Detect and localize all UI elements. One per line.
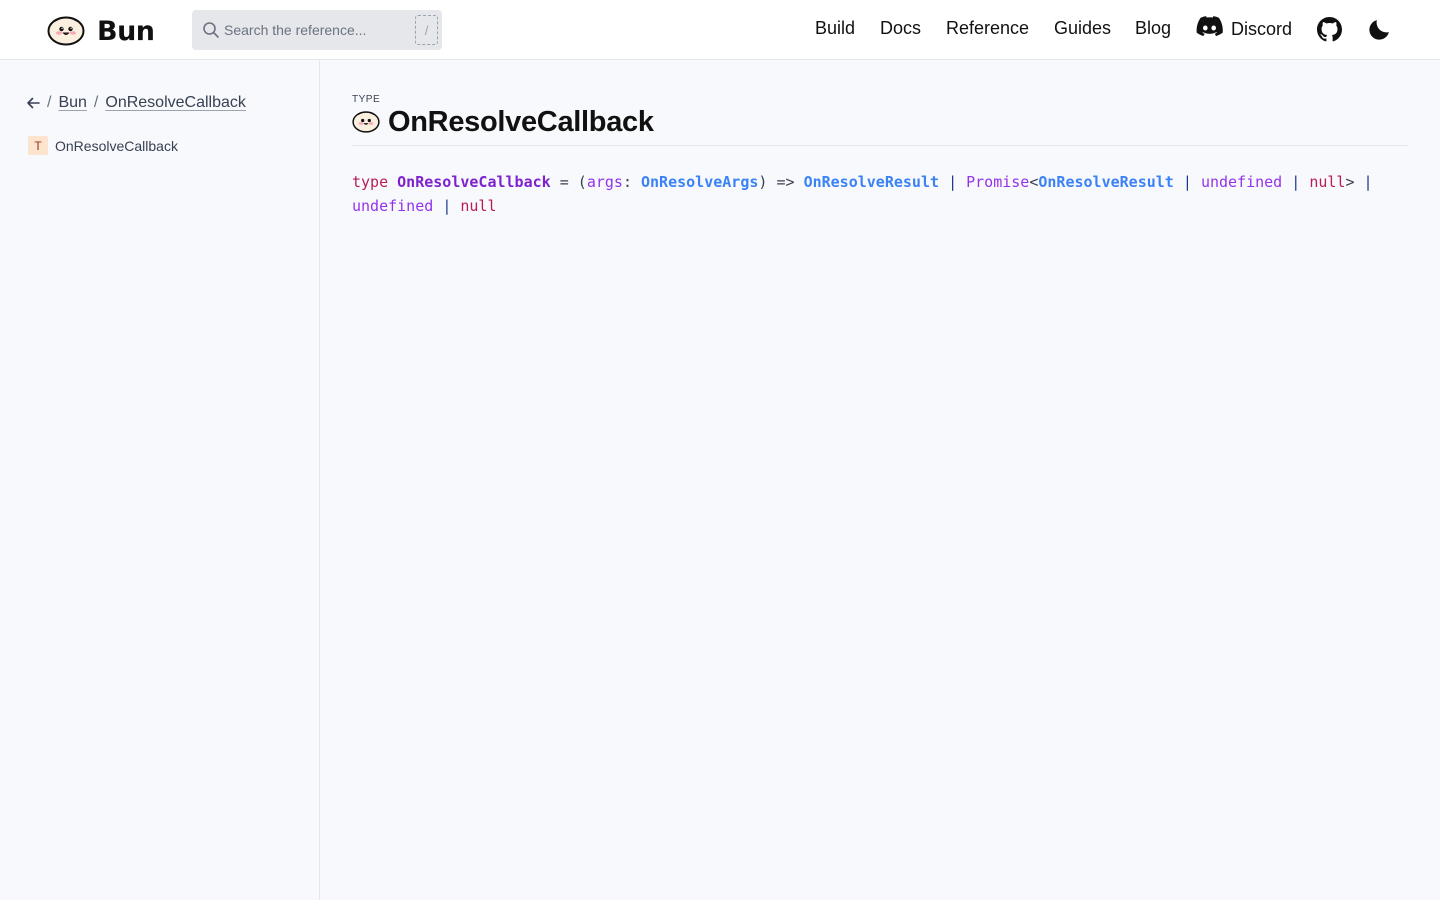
moon-icon[interactable] — [1367, 17, 1392, 47]
code-link-onresolveresult[interactable]: OnResolveResult — [804, 173, 939, 191]
back-arrow-icon[interactable] — [26, 96, 40, 110]
nav-reference[interactable]: Reference — [946, 18, 1029, 39]
breadcrumb-current[interactable]: OnResolveCallback — [105, 94, 246, 112]
nav-docs[interactable]: Docs — [880, 18, 921, 39]
discord-icon — [1196, 16, 1223, 42]
code-param-args: args — [586, 173, 623, 191]
code-null: null — [1309, 173, 1346, 191]
search-icon — [202, 21, 220, 39]
breadcrumb: / Bun / OnResolveCallback — [26, 94, 246, 112]
logo-text: Bun — [97, 16, 155, 47]
type-badge: T — [28, 136, 48, 155]
top-header: Bun / Build Docs Reference Guides Blog D… — [0, 0, 1440, 60]
sidebar-item-onresolvecallback[interactable]: T OnResolveCallback — [28, 136, 178, 155]
nav-discord[interactable]: Discord — [1196, 16, 1292, 42]
type-signature: type OnResolveCallback = (args: OnResolv… — [352, 170, 1408, 218]
code-promise: Promise — [966, 173, 1030, 191]
search-input[interactable] — [224, 22, 404, 38]
search-box[interactable]: / — [192, 10, 442, 50]
code-equals: = — [559, 173, 569, 191]
code-keyword-type: type — [352, 173, 389, 191]
bun-logo-icon — [352, 108, 380, 138]
breadcrumb-bun[interactable]: Bun — [58, 94, 86, 112]
code-arrow: => — [776, 173, 795, 191]
nav-guides[interactable]: Guides — [1054, 18, 1111, 39]
breadcrumb-separator: / — [93, 94, 99, 111]
github-icon[interactable] — [1317, 17, 1342, 47]
nav-build[interactable]: Build — [815, 18, 855, 39]
home-logo-link[interactable]: Bun — [47, 12, 155, 51]
breadcrumb-separator: / — [47, 94, 52, 111]
code-link-onresolveresult[interactable]: OnResolveResult — [1038, 173, 1173, 191]
nav-discord-label: Discord — [1231, 18, 1293, 39]
code-pipe: | — [948, 173, 958, 191]
page-title: OnResolveCallback — [388, 106, 654, 138]
code-undefined: undefined — [352, 197, 434, 215]
code-link-onresolveargs[interactable]: OnResolveArgs — [641, 173, 758, 191]
code-open-paren: ( — [577, 173, 587, 191]
bun-logo-icon — [47, 12, 85, 51]
code-type-name: OnResolveCallback — [397, 173, 551, 191]
nav-blog[interactable]: Blog — [1135, 18, 1171, 39]
sidebar-item-label: OnResolveCallback — [55, 137, 178, 154]
code-undefined: undefined — [1200, 173, 1283, 191]
sidebar: / Bun / OnResolveCallback T OnResolveCal… — [0, 60, 320, 900]
code-null: null — [460, 197, 497, 215]
title-row: OnResolveCallback — [352, 106, 654, 139]
search-shortcut-key: / — [415, 15, 438, 45]
code-pipe: | — [1291, 173, 1301, 191]
code-colon: : — [622, 173, 632, 191]
code-pipe: | — [1182, 173, 1192, 191]
kind-label: TYPE — [352, 94, 381, 105]
code-pipe: | — [442, 197, 452, 215]
code-close-paren: ) — [758, 173, 768, 191]
code-gt: > — [1345, 173, 1355, 191]
title-divider — [352, 145, 1408, 146]
code-pipe: | — [1363, 173, 1373, 191]
